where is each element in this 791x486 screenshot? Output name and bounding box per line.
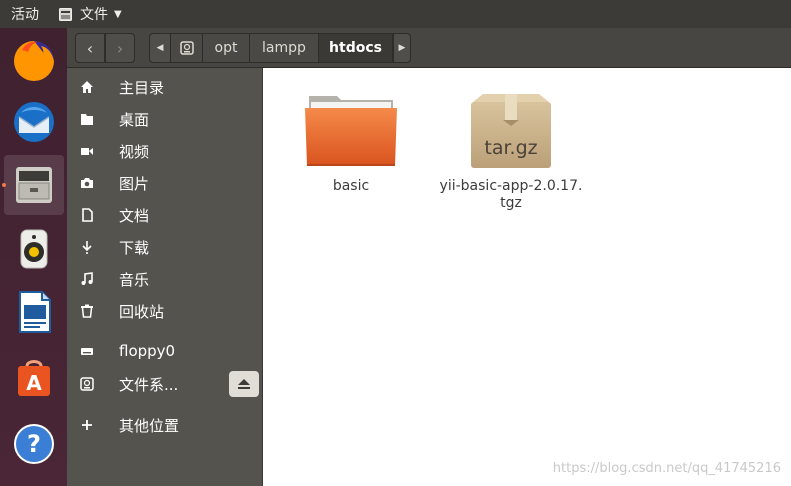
sidebar-item-label: 主目录	[119, 78, 165, 97]
dock-item-firefox[interactable]	[4, 31, 64, 91]
dock: A ?	[0, 28, 67, 486]
sidebar-item-label: 视频	[119, 142, 150, 161]
svg-text:?: ?	[27, 430, 41, 458]
sidebar-item-label: 桌面	[119, 110, 150, 129]
help-icon: ?	[14, 424, 54, 464]
breadcrumb-root[interactable]	[171, 33, 203, 63]
file-name: basic	[332, 178, 370, 194]
activities-button[interactable]: 活动	[11, 4, 39, 24]
chevron-down-icon: ▼	[114, 8, 122, 20]
archive-icon: tar.gz	[471, 94, 551, 168]
software-center-icon: A	[18, 360, 50, 396]
dock-item-software[interactable]: A	[4, 348, 64, 408]
thunderbird-icon	[14, 102, 54, 142]
files-icon	[16, 167, 52, 203]
sidebar-item-label: 其他位置	[119, 416, 180, 435]
sidebar-item-trash[interactable]: 回收站	[67, 296, 263, 326]
trash-icon	[79, 303, 95, 319]
sidebar-item-pictures[interactable]: 图片	[67, 168, 263, 198]
chevron-right-icon: ›	[116, 38, 124, 58]
sidebar-item-desktop[interactable]: 桌面	[67, 104, 263, 134]
sidebar-item-label: 音乐	[119, 270, 150, 289]
folder-icon	[79, 111, 95, 127]
download-icon	[79, 239, 95, 255]
breadcrumb-current[interactable]: htdocs	[319, 33, 393, 63]
drive-icon	[179, 41, 194, 55]
running-indicator	[2, 183, 6, 187]
file-item-folder[interactable]: basic	[294, 92, 408, 195]
home-icon	[79, 79, 95, 95]
video-icon	[79, 143, 95, 159]
sidebar-item-home[interactable]: 主目录	[67, 72, 263, 102]
dock-item-thunderbird[interactable]	[4, 92, 64, 152]
sidebar-item-label: 文档	[119, 206, 150, 225]
back-button[interactable]: ‹	[75, 33, 105, 63]
music-icon	[79, 271, 95, 287]
rhythmbox-icon	[20, 229, 48, 269]
svg-text:A: A	[26, 371, 42, 395]
firefox-icon	[14, 41, 54, 81]
file-view: basic tar.gz yii-basic-app-2.0.17. tgz h…	[264, 68, 791, 486]
file-item-archive[interactable]: tar.gz yii-basic-app-2.0.17. tgz	[436, 92, 586, 212]
camera-icon	[79, 175, 95, 191]
watermark: https://blog.csdn.net/qq_41745216	[552, 461, 781, 476]
sidebar-item-other-locations[interactable]: 其他位置	[67, 410, 263, 440]
triangle-left-icon: ◀	[156, 43, 164, 53]
document-icon	[79, 207, 95, 223]
header-bar: ‹ › ◀ opt lampp htdocs ▶	[67, 28, 791, 68]
sidebar-item-floppy[interactable]: floppy0	[67, 336, 263, 366]
top-bar: 活动 文件 ▼	[0, 0, 791, 28]
sidebar-item-label: floppy0	[119, 342, 176, 360]
path-scroll-left-button[interactable]: ◀	[149, 33, 171, 63]
dock-item-files[interactable]	[4, 155, 64, 215]
sidebar-item-downloads[interactable]: 下载	[67, 232, 263, 262]
archive-badge: tar.gz	[484, 137, 537, 159]
sidebar-item-videos[interactable]: 视频	[67, 136, 263, 166]
sidebar-item-label: 图片	[119, 174, 150, 193]
sidebar-item-label: 文件系...	[119, 375, 179, 394]
eject-icon	[238, 379, 250, 389]
app-menu-label: 文件	[80, 7, 108, 23]
path-scroll-right-button[interactable]: ▶	[393, 33, 411, 63]
eject-button[interactable]	[229, 371, 259, 397]
sidebar-item-label: 下载	[119, 238, 150, 257]
drive-icon	[79, 343, 95, 359]
files-app-icon	[59, 7, 72, 21]
dock-item-rhythmbox[interactable]	[4, 219, 64, 279]
file-name: yii-basic-app-2.0.17. tgz	[439, 178, 583, 211]
app-menu[interactable]: 文件 ▼	[59, 4, 122, 24]
plus-icon	[79, 417, 95, 433]
breadcrumb-item[interactable]: lampp	[250, 33, 319, 63]
libreoffice-writer-icon	[19, 291, 51, 333]
sidebar-item-label: 回收站	[119, 302, 165, 321]
sidebar: 主目录 桌面 视频 图片 文档 下载 音乐 回收站 floppy0 文件系...…	[67, 68, 263, 486]
dock-item-writer[interactable]	[4, 282, 64, 342]
sidebar-item-documents[interactable]: 文档	[67, 200, 263, 230]
dock-item-help[interactable]: ?	[4, 414, 64, 474]
chevron-left-icon: ‹	[86, 38, 94, 58]
filesystem-icon	[79, 376, 95, 392]
sidebar-item-music[interactable]: 音乐	[67, 264, 263, 294]
triangle-right-icon: ▶	[398, 43, 406, 53]
breadcrumb-item[interactable]: opt	[203, 33, 250, 63]
forward-button[interactable]: ›	[105, 33, 135, 63]
folder-icon	[305, 96, 397, 166]
